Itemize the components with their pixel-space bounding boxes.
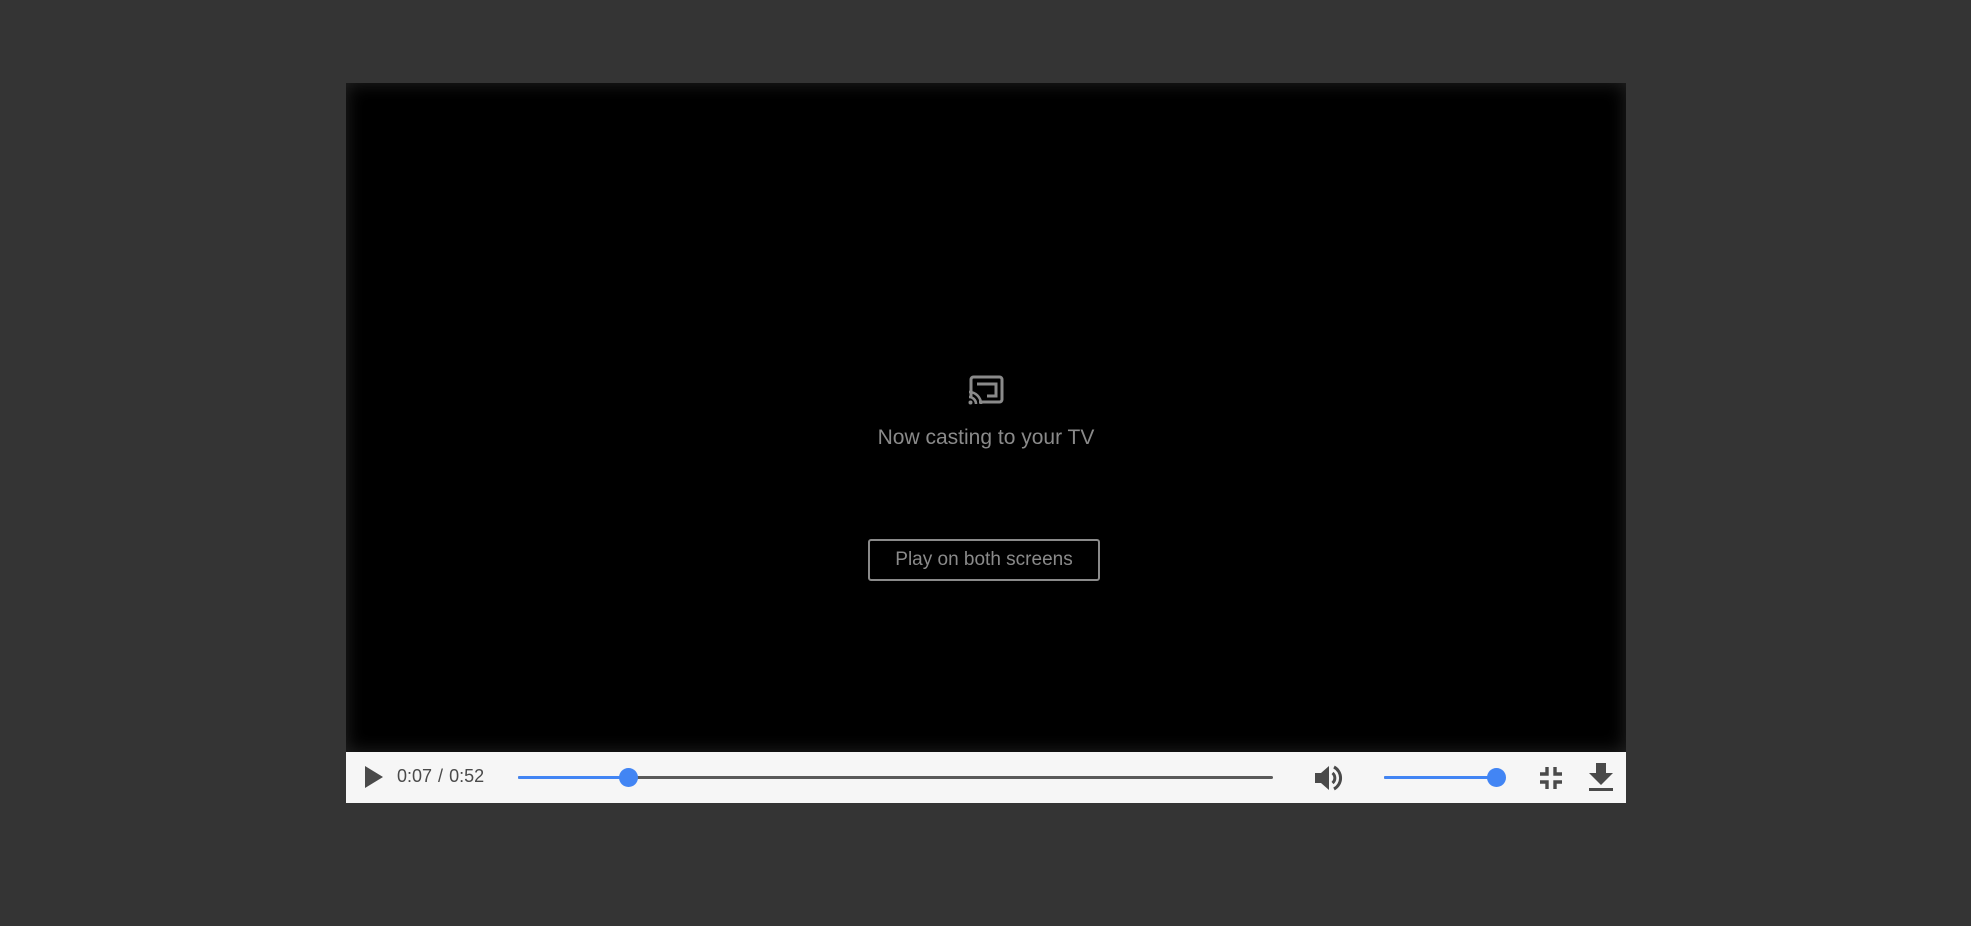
video-area[interactable]: Now casting to your TV Play on both scre… — [346, 83, 1626, 752]
seek-thumb[interactable] — [619, 768, 638, 787]
video-player: Now casting to your TV Play on both scre… — [346, 83, 1626, 803]
download-icon — [1589, 763, 1613, 791]
fullscreen-exit-icon — [1540, 767, 1562, 789]
volume-thumb[interactable] — [1487, 768, 1506, 787]
cast-status-text: Now casting to your TV — [877, 426, 1095, 449]
time-display: 0:07/0:52 — [397, 766, 484, 787]
time-separator: / — [438, 766, 444, 786]
mute-button[interactable] — [1312, 762, 1344, 794]
play-on-both-screens-button[interactable]: Play on both screens — [868, 539, 1100, 581]
seek-slider[interactable] — [518, 768, 1273, 787]
duration: 0:52 — [449, 766, 485, 786]
volume-icon — [1315, 765, 1343, 791]
play-icon — [365, 766, 383, 788]
control-bar: 0:07/0:52 — [346, 752, 1626, 803]
play-button[interactable] — [360, 764, 386, 790]
exit-fullscreen-button[interactable] — [1537, 764, 1565, 792]
volume-slider[interactable] — [1384, 768, 1506, 787]
current-time: 0:07 — [397, 766, 433, 786]
cast-overlay: Now casting to your TV — [346, 375, 1626, 450]
seek-progress-fill — [518, 776, 628, 779]
cast-icon — [967, 375, 1005, 407]
volume-level-fill — [1384, 776, 1496, 779]
download-button[interactable] — [1586, 761, 1616, 793]
